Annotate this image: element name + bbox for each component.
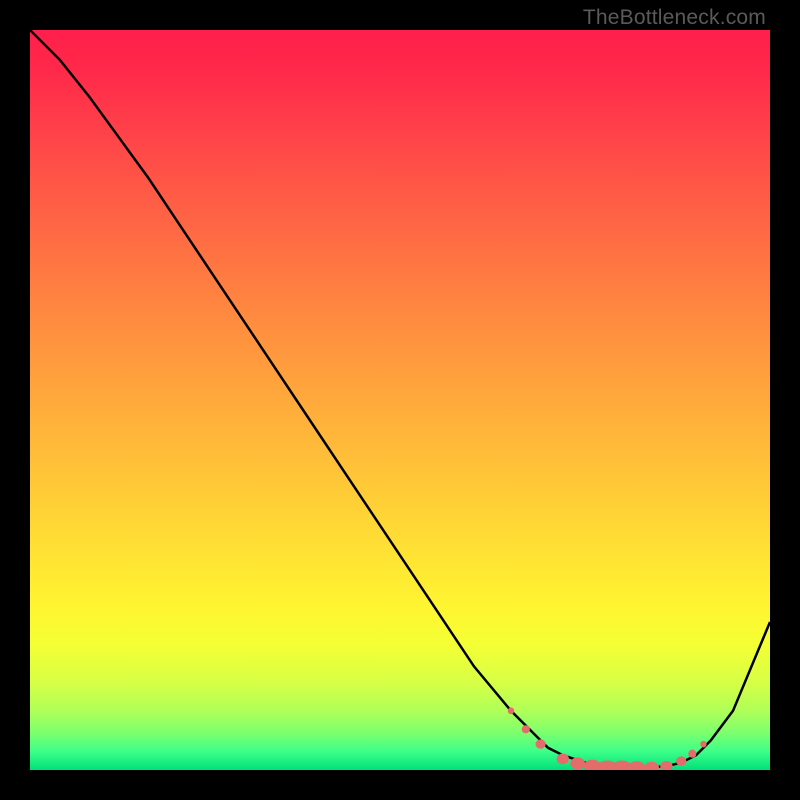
chart-frame: TheBottleneck.com [0,0,800,800]
marker-point [508,707,514,714]
marker-point [522,725,530,733]
marker-point [570,757,585,769]
marker-point [644,762,659,770]
marker-point [557,754,569,765]
marker-point [628,761,645,770]
chart-svg [30,30,770,770]
plot-background [30,30,770,770]
marker-point [660,761,672,770]
marker-point [700,741,706,748]
marker-point [688,750,696,758]
watermark: TheBottleneck.com [583,6,766,30]
chart-curve [30,30,770,768]
marker-point [535,739,545,748]
marker-point [676,756,686,765]
